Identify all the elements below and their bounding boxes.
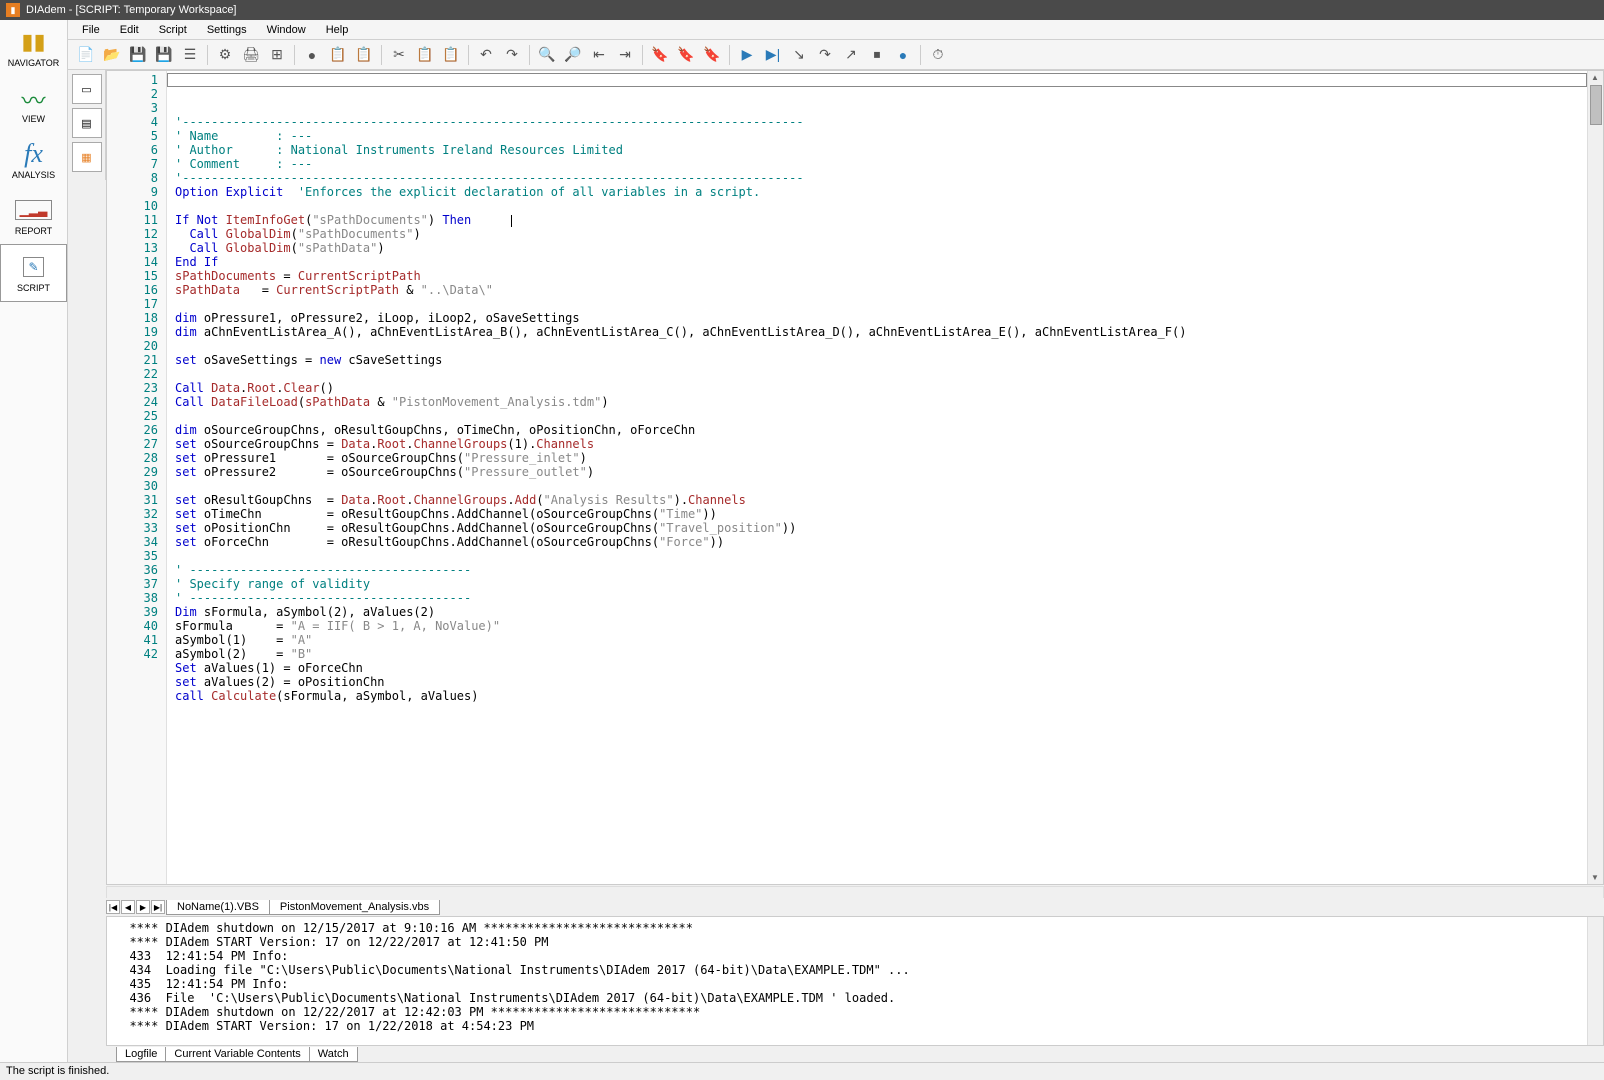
menu-edit[interactable]: Edit [110, 24, 149, 36]
print-icon[interactable]: 🖨 [239, 43, 263, 67]
status-bar: The script is finished. [0, 1062, 1604, 1080]
file-tab-noname[interactable]: NoName(1).VBS [166, 900, 270, 915]
view-icon: 〰 [16, 84, 52, 112]
file-tab-piston[interactable]: PistonMovement_Analysis.vbs [269, 900, 440, 915]
menu-settings[interactable]: Settings [197, 24, 257, 36]
replace-icon[interactable]: 🔎 [561, 43, 585, 67]
panel-icon-1[interactable]: ▭ [72, 74, 102, 104]
tab-last-icon[interactable]: ▶| [151, 900, 165, 914]
nav-view[interactable]: 〰 VIEW [0, 76, 67, 132]
menu-help[interactable]: Help [316, 24, 359, 36]
outdent-icon[interactable]: ⇤ [587, 43, 611, 67]
scroll-thumb[interactable] [1590, 85, 1602, 125]
title-bar: ▮ DIAdem - [SCRIPT: Temporary Workspace] [0, 0, 1604, 20]
settings-icon[interactable]: ⚙ [213, 43, 237, 67]
menu-file[interactable]: File [72, 24, 110, 36]
panel-icon-3[interactable]: ▦ [72, 142, 102, 172]
step-over-icon[interactable]: ↷ [813, 43, 837, 67]
nav-analysis[interactable]: fx ANALYSIS [0, 132, 67, 188]
tab-first-icon[interactable]: |◀ [106, 900, 120, 914]
run-icon[interactable]: ▶ [735, 43, 759, 67]
left-nav-panel: ▮▮ NAVIGATOR 〰 VIEW fx ANALYSIS ▁▂▃ REPORT ✎ SCRI… [0, 20, 68, 1080]
script-icon: ✎ [16, 253, 52, 281]
file-tab-bar: |◀ ◀ ▶ ▶| NoName(1).VBS PistonMovement_A… [106, 898, 1604, 916]
log-tab-watch[interactable]: Watch [309, 1047, 358, 1062]
analysis-icon: fx [16, 140, 52, 168]
vertical-scrollbar[interactable] [1587, 71, 1603, 884]
menu-bar: FileEditScriptSettingsWindowHelp [0, 20, 1604, 40]
nav-label: SCRIPT [17, 283, 50, 293]
save-all-icon[interactable]: 💾 [152, 43, 176, 67]
menu-script[interactable]: Script [149, 24, 197, 36]
line-number-gutter: 1234567891011121314151617181920212223242… [107, 71, 167, 884]
paste-icon[interactable]: 📋 [439, 43, 463, 67]
app-icon: ▮ [6, 3, 20, 17]
code-editor[interactable]: 1234567891011121314151617181920212223242… [106, 70, 1604, 885]
status-text: The script is finished. [6, 1065, 109, 1077]
tab-next-icon[interactable]: ▶ [136, 900, 150, 914]
log-content[interactable]: **** DIAdem shutdown on 12/15/2017 at 9:… [107, 917, 1587, 1045]
log-panel: **** DIAdem shutdown on 12/15/2017 at 9:… [106, 916, 1604, 1046]
undo-icon[interactable]: ↶ [474, 43, 498, 67]
nav-label: REPORT [15, 226, 52, 236]
menu-window[interactable]: Window [257, 24, 316, 36]
nav-script[interactable]: ✎ SCRIPT [0, 244, 67, 302]
bookmark-next-icon[interactable]: 🔖 [700, 43, 724, 67]
copy-icon[interactable]: 📋 [413, 43, 437, 67]
indent-icon[interactable]: ⇥ [613, 43, 637, 67]
step-icon[interactable]: ↘ [787, 43, 811, 67]
panel-icon-2[interactable]: ▤ [72, 108, 102, 138]
side-icon-bar: ▭ ▤ ▦ [68, 70, 106, 180]
bookmark-icon[interactable]: 🔖 [648, 43, 672, 67]
log-scrollbar[interactable] [1587, 917, 1603, 1045]
doc-icon[interactable]: 📋 [326, 43, 350, 67]
nav-label: ANALYSIS [12, 170, 55, 180]
profiler-icon[interactable]: ⏱ [926, 43, 950, 67]
nav-label: VIEW [22, 114, 45, 124]
navigator-icon: ▮▮ [16, 28, 52, 56]
save-icon[interactable]: 💾 [126, 43, 150, 67]
log-tab-logfile[interactable]: Logfile [116, 1047, 166, 1062]
window-title: DIAdem - [SCRIPT: Temporary Workspace] [26, 4, 237, 16]
doc2-icon[interactable]: 📋 [352, 43, 376, 67]
code-area[interactable]: '---------------------------------------… [167, 71, 1587, 884]
run-to-icon[interactable]: ▶| [761, 43, 785, 67]
nav-navigator[interactable]: ▮▮ NAVIGATOR [0, 20, 67, 76]
nav-report[interactable]: ▁▂▃ REPORT [0, 188, 67, 244]
stop-icon[interactable]: ⏹ [865, 43, 889, 67]
find-icon[interactable]: 🔍 [535, 43, 559, 67]
main-toolbar: 📄 📂 💾 💾 ☰ ⚙ 🖨 ⊞ ● 📋 📋 ✂ 📋 📋 ↶ ↷ 🔍 🔎 ⇤ ⇥ … [68, 40, 1604, 70]
step-out-icon[interactable]: ↗ [839, 43, 863, 67]
redo-icon[interactable]: ↷ [500, 43, 524, 67]
tab-prev-icon[interactable]: ◀ [121, 900, 135, 914]
nav-label: NAVIGATOR [8, 58, 60, 68]
bookmark-prev-icon[interactable]: 🔖 [674, 43, 698, 67]
log-tab-bar: Logfile Current Variable Contents Watch [106, 1046, 1604, 1062]
open-icon[interactable]: 📂 [100, 43, 124, 67]
calc-icon[interactable]: ⊞ [265, 43, 289, 67]
new-file-icon[interactable]: 📄 [74, 43, 98, 67]
cut-icon[interactable]: ✂ [387, 43, 411, 67]
list-icon[interactable]: ☰ [178, 43, 202, 67]
breakpoint-icon[interactable]: ● [891, 43, 915, 67]
report-icon: ▁▂▃ [16, 196, 52, 224]
log-tab-variables[interactable]: Current Variable Contents [165, 1047, 309, 1062]
record-icon[interactable]: ● [300, 43, 324, 67]
